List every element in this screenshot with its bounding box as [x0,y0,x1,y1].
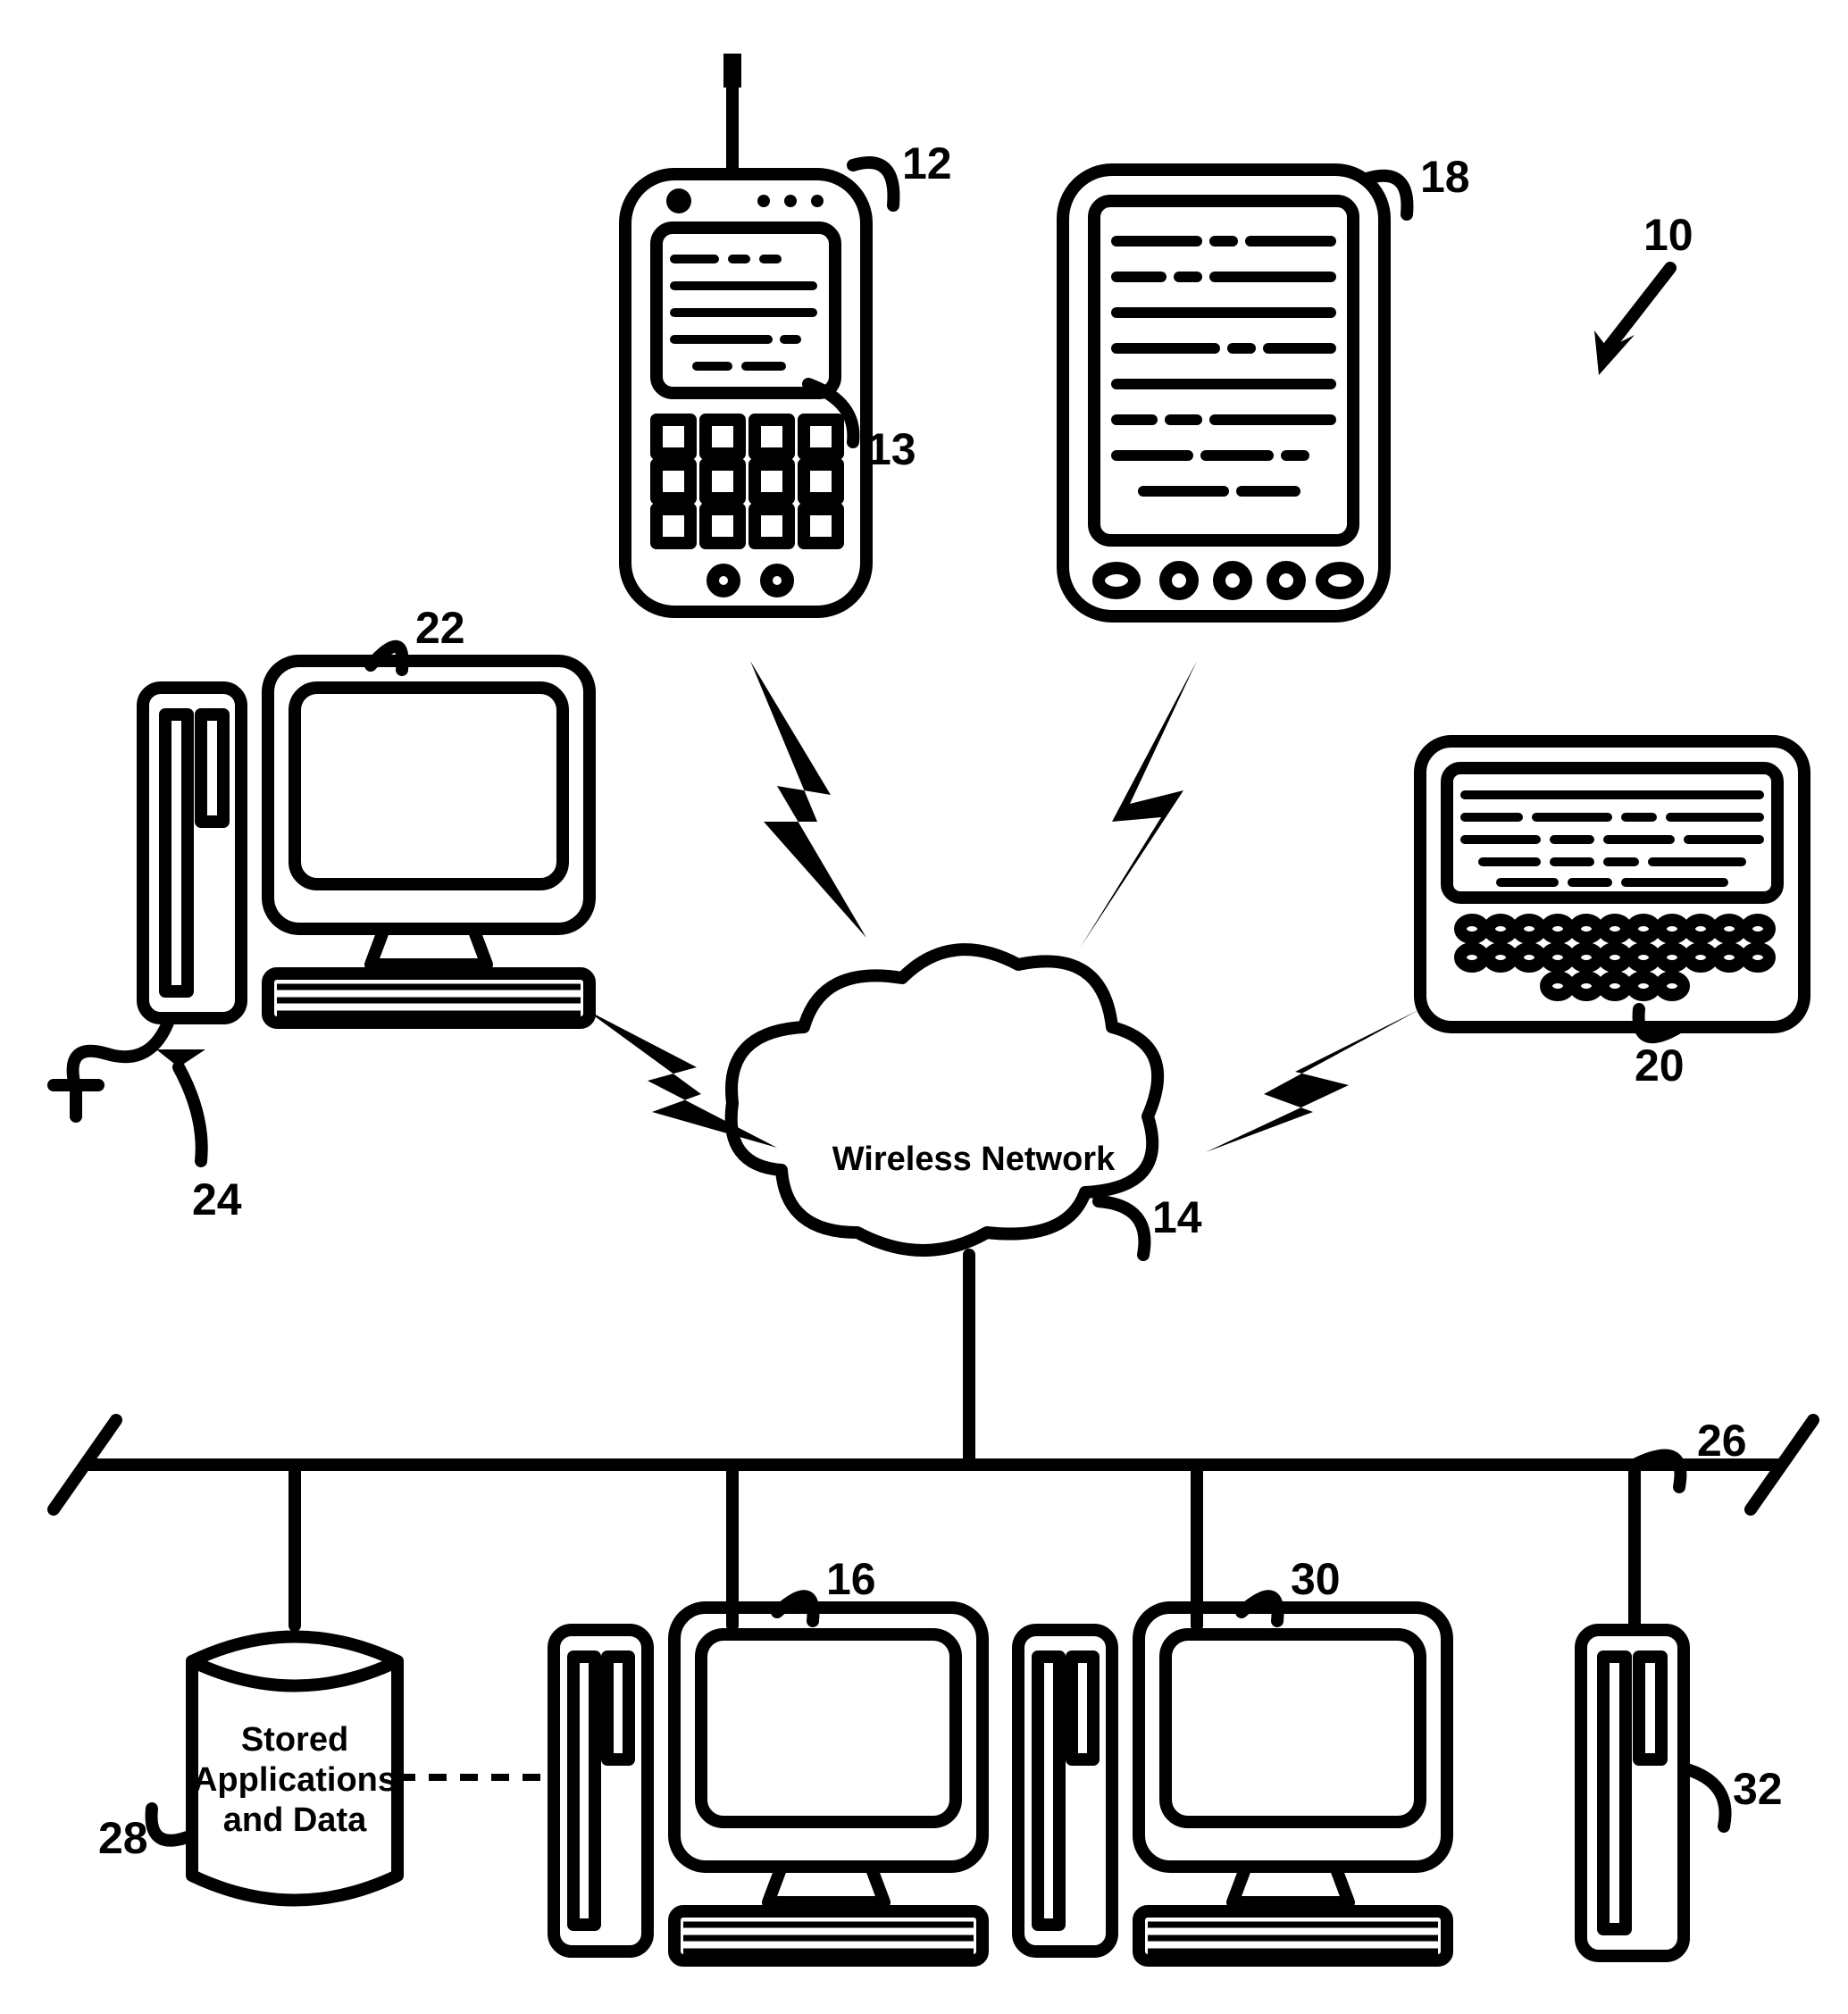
ref-cable: 24 [192,1174,242,1224]
ref-phone: 12 [902,138,952,188]
server-mid-icon [554,1608,983,1960]
system-ref-arrow: 10 [1594,210,1693,375]
pda-icon [1063,170,1384,616]
bolts [585,661,1420,1152]
db-text-2: Applications [193,1761,397,1799]
ref-server-right: 30 [1291,1554,1341,1604]
ref-texter: 20 [1635,1040,1685,1091]
cloud-label: Wireless Network [832,1141,1116,1178]
database-icon: Stored Applications and Data [192,1637,397,1901]
tower-right-icon [1581,1630,1684,1956]
ref-db: 28 [98,1813,148,1863]
ref-system: 10 [1643,210,1693,260]
network-diagram: 12 13 18 10 [0,0,1848,2014]
ref-server-mid: 16 [826,1554,876,1604]
ref-phone-screen: 13 [866,424,916,474]
server-right-icon [1018,1608,1447,1960]
desktop-left-icon [54,661,590,1116]
ref-bus: 26 [1697,1416,1747,1466]
ref-tower-right: 32 [1733,1764,1783,1814]
mobile-phone-icon [625,54,866,612]
texter-icon [1420,741,1804,1027]
cloud-icon: Wireless Network [732,949,1158,1250]
ref-desktop-left: 22 [415,603,465,653]
ref-pda: 18 [1420,152,1470,202]
ref-cloud: 14 [1152,1192,1202,1242]
db-text-1: Stored [241,1721,348,1759]
db-text-3: and Data [223,1801,367,1839]
